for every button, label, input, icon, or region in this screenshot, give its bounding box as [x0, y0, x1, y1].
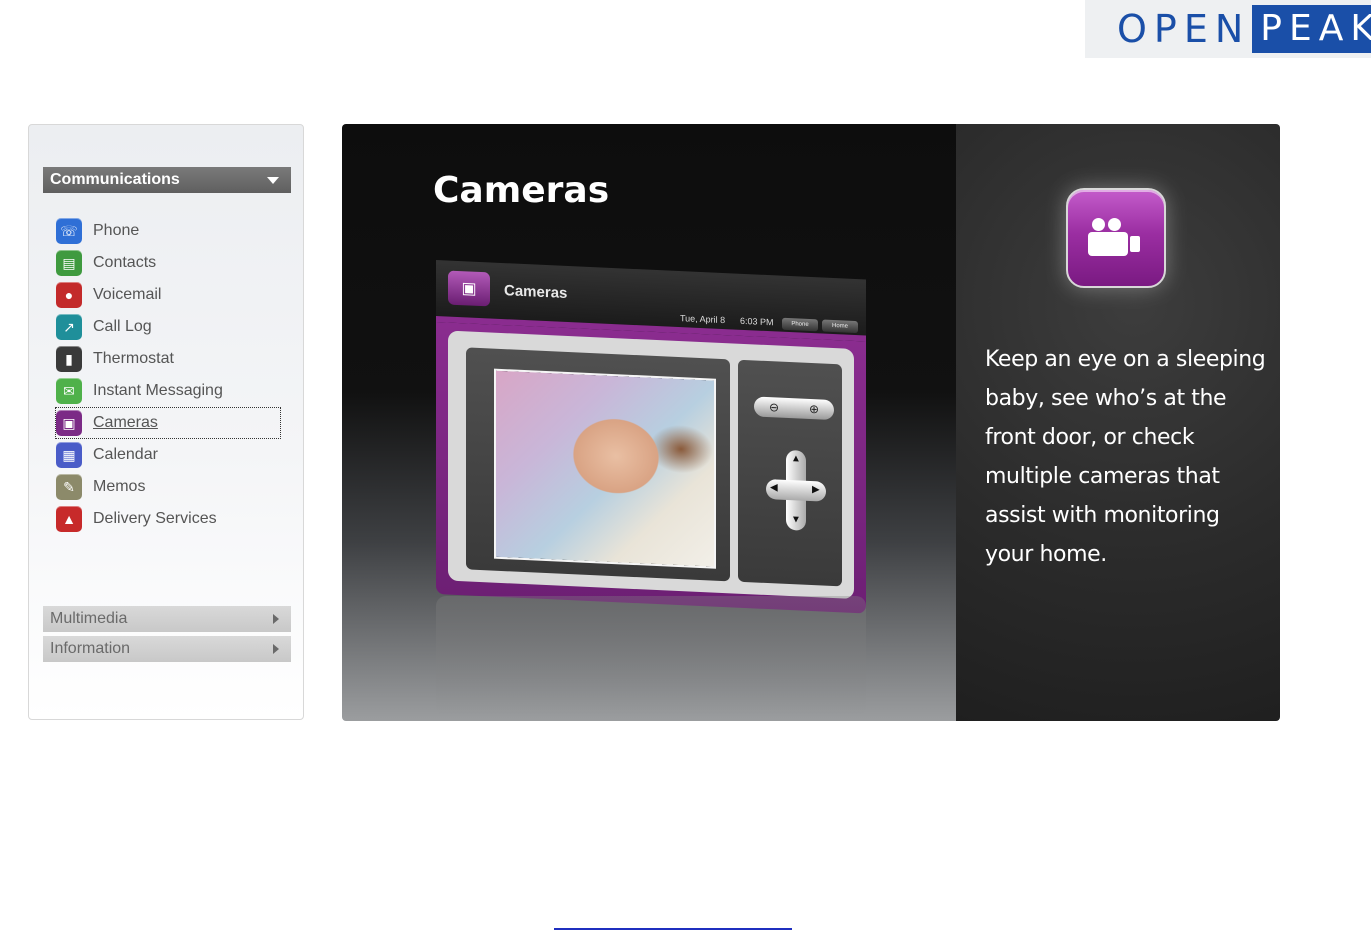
device-date: Tue, April 8	[680, 313, 726, 326]
sidebar-item-label: Call Log	[93, 318, 152, 335]
sidebar-item-contacts[interactable]: ▤ Contacts	[55, 247, 281, 279]
sidebar-item-voicemail[interactable]: ● Voicemail	[55, 279, 281, 311]
sidebar-item-label: Instant Messaging	[93, 382, 223, 399]
contacts-icon: ▤	[56, 250, 82, 276]
sidebar-item-label: Thermostat	[93, 350, 174, 367]
sidebar-item-instant-messaging[interactable]: ✉ Instant Messaging	[55, 375, 281, 407]
chevron-right-icon	[273, 644, 279, 654]
device-screen: ⊖ ⊕ ▲ ▼ ◀ ▶	[448, 330, 854, 599]
arrow-up-icon: ▲	[791, 453, 801, 465]
openpeak-logo: OPEN PEAK	[1085, 0, 1371, 58]
sidebar-item-calendar[interactable]: ▦ Calendar	[55, 439, 281, 471]
zoom-out-icon: ⊖	[768, 400, 780, 415]
device-mockup: ▣ Cameras Tue, April 8 6:03 PM Phone Hom…	[436, 260, 866, 620]
sleeping-baby-photo	[496, 370, 714, 567]
sidebar-item-label: Phone	[93, 222, 140, 239]
sidebar-item-cameras[interactable]: ▣ Cameras	[55, 407, 281, 439]
zoom-controls: ⊖ ⊕	[754, 396, 834, 421]
calendar-icon: ▦	[56, 442, 82, 468]
logo-peak-text: PEAK	[1252, 5, 1371, 53]
delivery-services-icon: ▲	[56, 506, 82, 532]
phone-icon: ☏	[56, 218, 82, 244]
video-camera-icon	[1088, 218, 1144, 262]
section-communications-label: Communications	[50, 171, 180, 188]
device-title: Cameras	[504, 282, 568, 302]
section-multimedia-label: Multimedia	[50, 610, 128, 627]
feature-title: Cameras	[433, 170, 610, 211]
section-information[interactable]: Information	[43, 636, 291, 662]
feature-info: Keep an eye on a sleeping baby, see who’…	[956, 124, 1280, 721]
arrow-down-icon: ▼	[791, 514, 801, 526]
chevron-down-icon	[267, 176, 279, 184]
device-body: ⊖ ⊕ ▲ ▼ ◀ ▶	[436, 322, 866, 614]
section-communications[interactable]: Communications	[43, 167, 291, 193]
sidebar: Communications ☏ Phone ▤ Contacts ● Voicemail…	[28, 124, 304, 720]
sidebar-item-label: Delivery Services	[93, 510, 217, 527]
cameras-app-icon	[1066, 188, 1166, 288]
device-home-button: Home	[822, 319, 858, 334]
memos-icon: ✎	[56, 474, 82, 500]
thermostat-icon: ▮	[56, 346, 82, 372]
instant-messaging-icon: ✉	[56, 378, 82, 404]
device-reflection	[436, 596, 866, 716]
camera-icon: ▣	[448, 270, 490, 307]
sidebar-item-thermostat[interactable]: ▮ Thermostat	[55, 343, 281, 375]
zoom-in-icon: ⊕	[808, 401, 820, 417]
device-time: 6:03 PM	[740, 315, 774, 328]
communications-nav-list: ☏ Phone ▤ Contacts ● Voicemail ↗ Call Log ▮ Therm…	[55, 215, 281, 535]
sidebar-item-phone[interactable]: ☏ Phone	[55, 215, 281, 247]
cameras-icon: ▣	[56, 410, 82, 436]
sidebar-item-label: Voicemail	[93, 286, 162, 303]
sidebar-item-label: Cameras	[93, 414, 158, 431]
sidebar-item-delivery-services[interactable]: ▲ Delivery Services	[55, 503, 281, 535]
section-information-label: Information	[50, 640, 131, 657]
section-multimedia[interactable]: Multimedia	[43, 606, 291, 632]
voicemail-icon: ●	[56, 282, 82, 308]
sidebar-item-label: Memos	[93, 478, 146, 495]
call-log-icon: ↗	[56, 314, 82, 340]
feature-showcase: Cameras ▣ Cameras Tue, April 8 6:03 PM P…	[342, 124, 956, 721]
camera-feed-frame	[466, 347, 730, 582]
sidebar-item-label: Calendar	[93, 446, 158, 463]
sidebar-item-label: Contacts	[93, 254, 157, 271]
arrow-left-icon: ◀	[770, 482, 778, 494]
arrow-right-icon: ▶	[812, 484, 820, 496]
device-phone-button: Phone	[782, 317, 818, 332]
feature-panel: Cameras ▣ Cameras Tue, April 8 6:03 PM P…	[342, 124, 1280, 721]
sidebar-item-memos[interactable]: ✎ Memos	[55, 471, 281, 503]
logo-open-text: OPEN	[1117, 7, 1251, 51]
direction-pad: ▲ ▼ ◀ ▶	[766, 449, 826, 532]
feature-description: Keep an eye on a sleeping baby, see who’…	[985, 347, 1266, 567]
sidebar-item-call-log[interactable]: ↗ Call Log	[55, 311, 281, 343]
chevron-right-icon	[273, 614, 279, 624]
camera-controls: ⊖ ⊕ ▲ ▼ ◀ ▶	[738, 359, 842, 587]
